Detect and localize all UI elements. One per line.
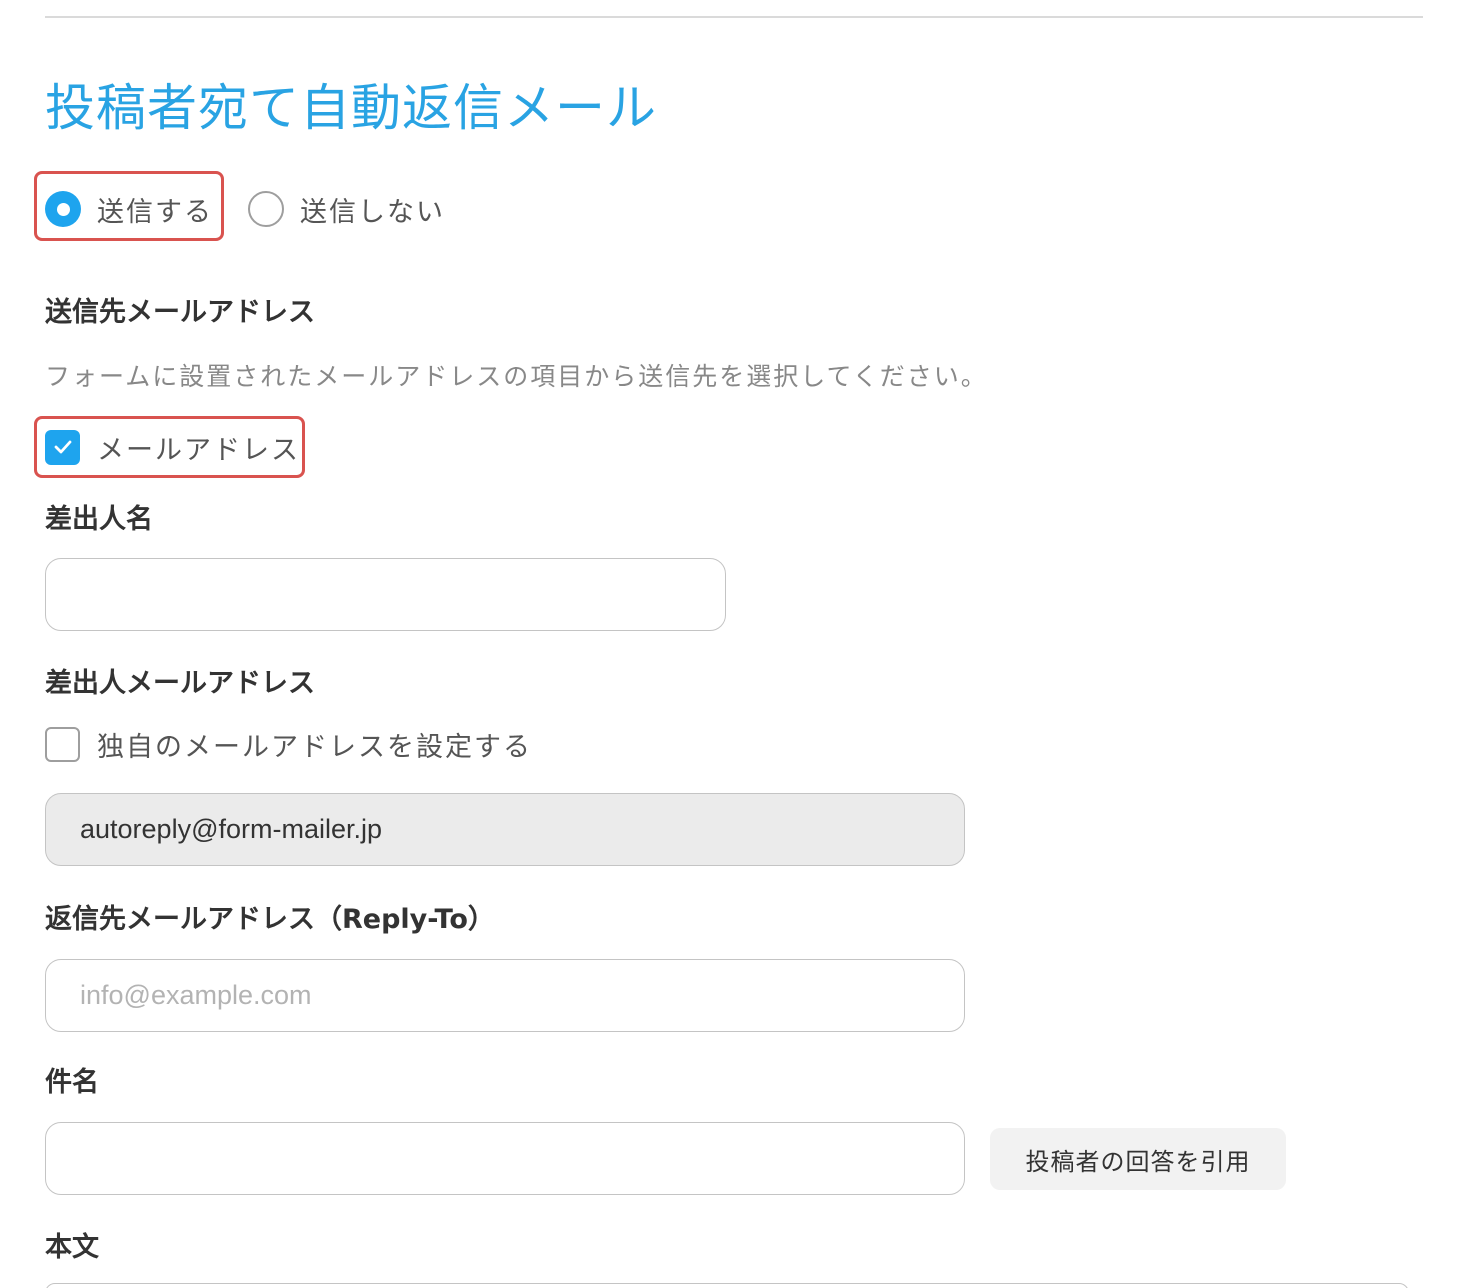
reply-to-label: 返信先メールアドレス（Reply-To） [45,904,495,935]
checkbox-custom-sender-email-label: 独自のメールアドレスを設定する [97,731,532,763]
checkbox-email-field-label: メールアドレス [97,434,300,466]
radio-send[interactable]: 送信する [45,188,213,230]
checkmark-icon [54,440,71,454]
sender-email-label: 差出人メールアドレス [45,668,315,699]
radio-no-send-label: 送信しない [300,196,445,228]
checkbox-checked-icon [45,429,80,465]
radio-send-label: 送信する [97,196,213,228]
subject-label: 件名 [45,1067,99,1098]
checkbox-email-field[interactable]: メールアドレス [45,427,300,467]
body-textarea[interactable] [45,1283,1409,1288]
radio-unselected-icon [248,191,284,227]
radio-no-send[interactable]: 送信しない [248,188,445,230]
radio-selected-icon [45,191,81,227]
reply-to-input[interactable] [45,959,965,1032]
quote-answer-button[interactable]: 投稿者の回答を引用 [990,1128,1286,1190]
recipient-description: フォームに設置されたメールアドレスの項目から送信先を選択してください。 [45,362,988,391]
subject-input[interactable] [45,1122,965,1195]
sender-email-input[interactable] [45,793,965,866]
checkbox-custom-sender-email[interactable]: 独自のメールアドレスを設定する [45,724,532,764]
top-divider [45,16,1423,18]
checkbox-unchecked-icon [45,726,80,762]
sender-name-input[interactable] [45,558,726,631]
page-title: 投稿者宛て自動返信メール [45,79,657,137]
sender-name-label: 差出人名 [45,504,153,535]
recipient-label: 送信先メールアドレス [45,297,315,328]
auto-reply-settings-page: 投稿者宛て自動返信メール 送信する 送信しない 送信先メールアドレス フォームに… [0,0,1470,1288]
body-label: 本文 [45,1232,99,1263]
